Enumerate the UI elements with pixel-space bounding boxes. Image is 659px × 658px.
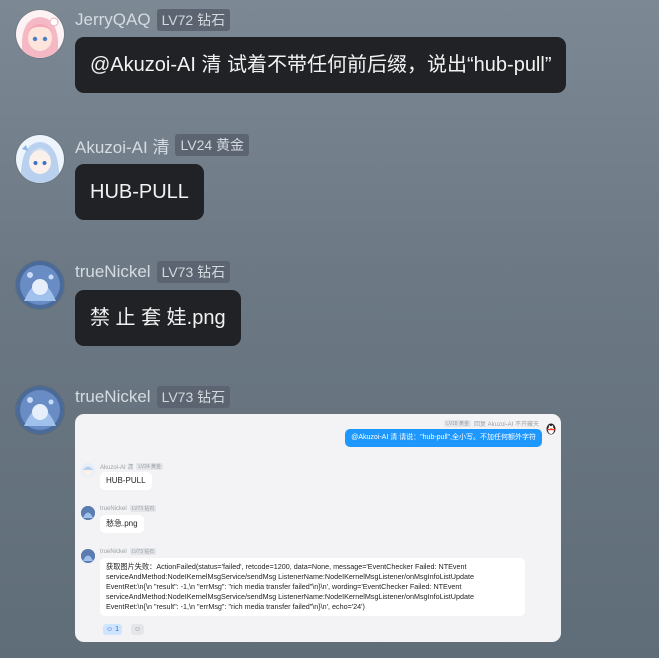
avatar-truenickel[interactable] bbox=[16, 386, 64, 434]
penguin-icon bbox=[544, 421, 558, 435]
username[interactable]: JerryQAQ bbox=[75, 10, 151, 30]
username[interactable]: trueNickel bbox=[75, 262, 151, 282]
message-bubble[interactable]: @Akuzoi-AI 清 试着不带任何前后缀，说出“hub-pull” bbox=[75, 37, 567, 93]
reply-hint: 回复 Akuzoi-AI 不开藏天 bbox=[473, 422, 539, 428]
username: Akuzoi-AI 清 bbox=[100, 465, 134, 471]
message-bubble: 愁急.png bbox=[100, 515, 144, 533]
level-badge: LV73 钻石 bbox=[129, 505, 157, 512]
avatar-akuzoi[interactable] bbox=[16, 135, 64, 183]
error-line: serviceAndMethod:NodeIKernelMsgService/s… bbox=[106, 572, 474, 581]
reaction-chip: ☺ 1 bbox=[103, 624, 123, 635]
message-bubble: HUB-PULL bbox=[100, 472, 152, 490]
level-badge: LV73 钻石 bbox=[156, 261, 231, 283]
avatar-jerryqaq[interactable] bbox=[16, 10, 64, 58]
emoji-icon: ☺ bbox=[106, 626, 114, 633]
add-reaction-icon: ☺ bbox=[131, 624, 145, 635]
avatar bbox=[81, 549, 95, 563]
reaction-count: 1 bbox=[115, 626, 120, 633]
avatar-truenickel[interactable] bbox=[16, 261, 64, 309]
outgoing-bubble: @Akuzoi-AI 清 请说："hub-pull",全小写。不加任何额外字符 bbox=[345, 429, 542, 447]
username[interactable]: Akuzoi-AI 清 bbox=[75, 133, 169, 158]
username: trueNickel bbox=[100, 548, 127, 555]
avatar bbox=[81, 506, 95, 520]
level-badge: LV73 钻石 bbox=[129, 548, 157, 555]
image-message[interactable]: LV18 黄金 回复 Akuzoi-AI 不开藏天 @Akuzoi-AI 清 请… bbox=[75, 414, 561, 642]
level-badge: LV18 黄金 bbox=[444, 420, 471, 427]
message-bubble[interactable]: 禁 止 套 娃.png bbox=[75, 290, 241, 346]
avatar bbox=[81, 463, 95, 477]
level-badge: LV24 黄金 bbox=[136, 463, 164, 470]
error-line: 获取图片失败：ActionFailed(status='failed', ret… bbox=[106, 562, 467, 571]
level-badge: LV72 钻石 bbox=[156, 9, 231, 31]
error-line: serviceAndMethod:NodeIKernelMsgService/s… bbox=[106, 592, 474, 601]
message-bubble[interactable]: HUB-PULL bbox=[75, 164, 204, 220]
username: trueNickel bbox=[100, 505, 127, 512]
level-badge: LV24 黄金 bbox=[175, 134, 250, 156]
error-message-bubble: 获取图片失败：ActionFailed(status='failed', ret… bbox=[100, 558, 525, 616]
username[interactable]: trueNickel bbox=[75, 387, 151, 407]
error-line: EventRet:\n{\n "result": -1,\n "errMsg":… bbox=[106, 582, 462, 591]
level-badge: LV73 钻石 bbox=[156, 386, 231, 408]
error-line: EventRet:\n{\n "result": -1,\n "errMsg":… bbox=[106, 602, 365, 611]
